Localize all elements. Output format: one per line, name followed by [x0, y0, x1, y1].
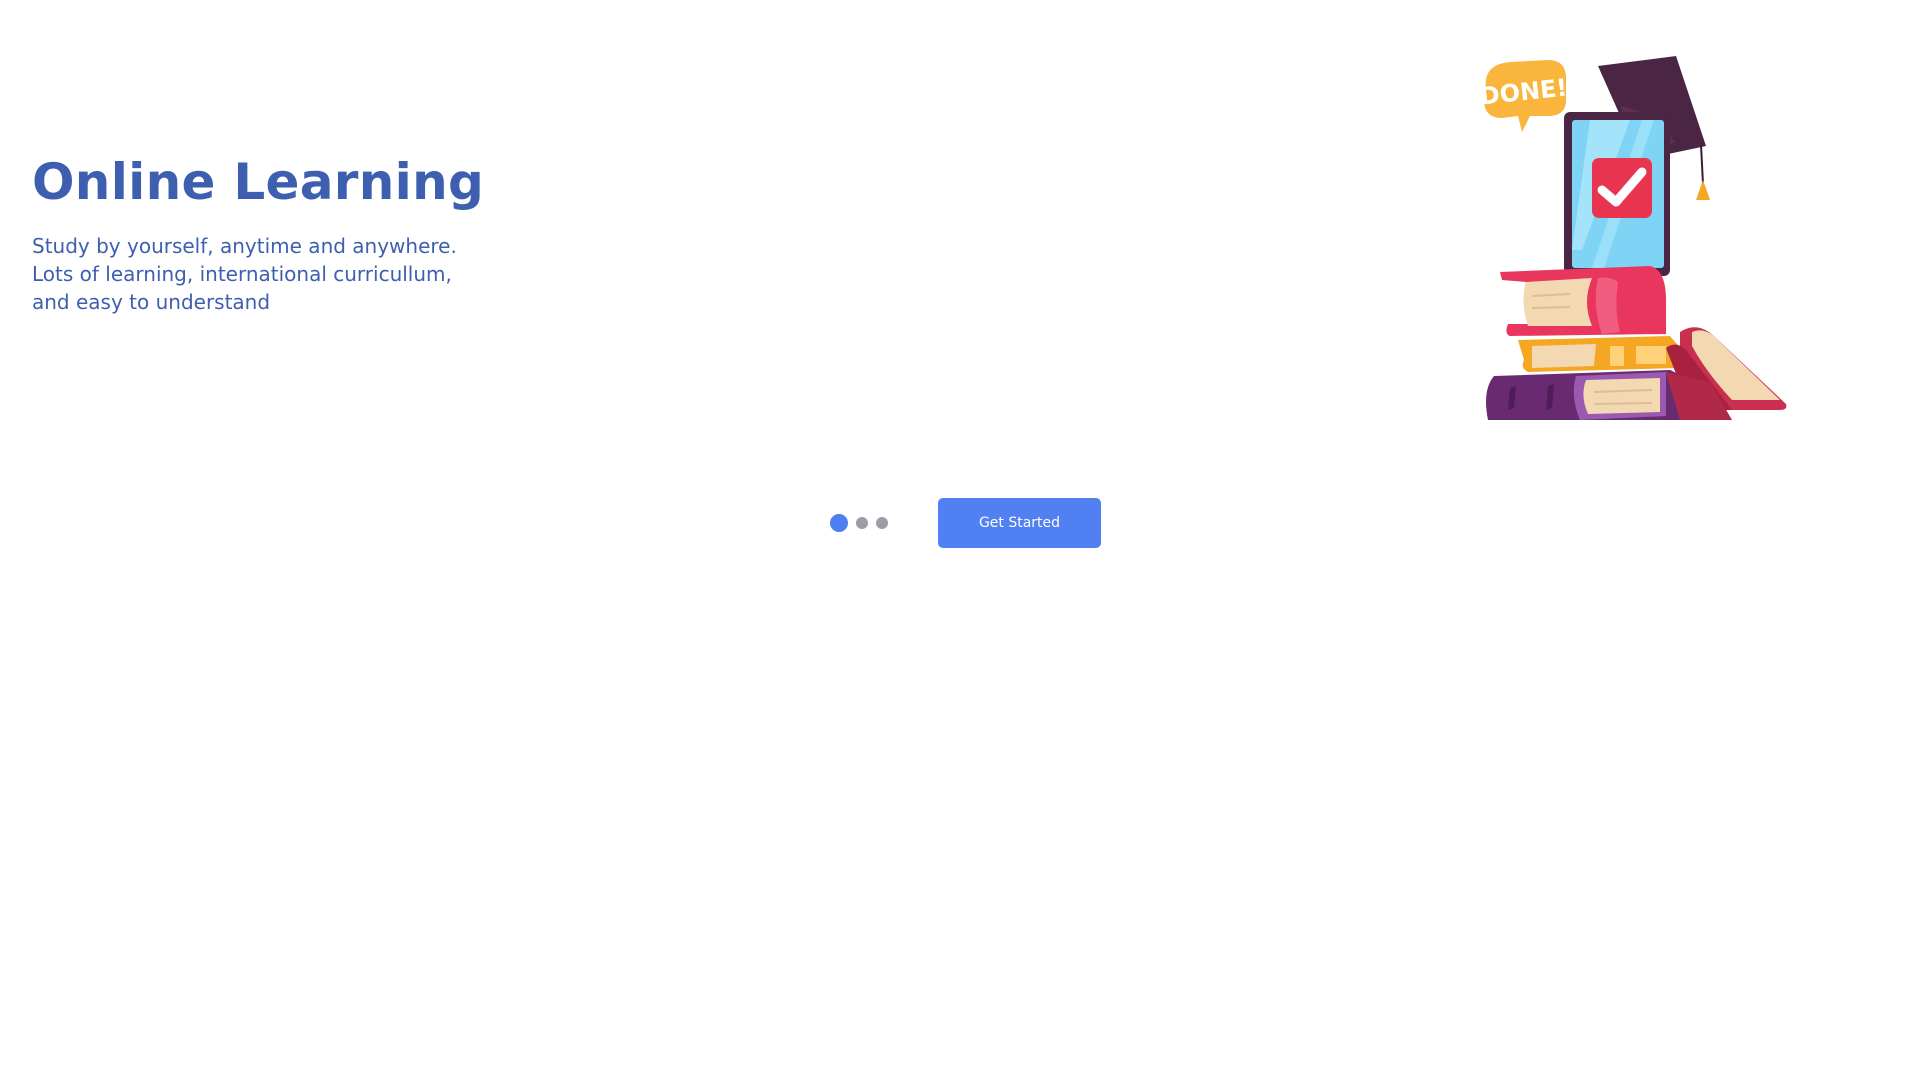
get-started-button[interactable]: Get Started	[938, 498, 1101, 548]
done-speech-bubble: DONE!	[1478, 60, 1569, 132]
onboarding-page: Online Learning Study by yourself, anyti…	[0, 0, 1920, 1080]
subtitle-line: and easy to understand	[32, 290, 271, 314]
onboarding-controls: Get Started	[830, 498, 1101, 548]
page-subtitle: Study by yourself, anytime and anywhere.…	[32, 232, 512, 316]
pagination-dots	[830, 514, 888, 532]
learning-illustration: DONE!	[1470, 50, 1830, 430]
pagination-dot-1[interactable]	[830, 514, 848, 532]
subtitle-line: Study by yourself, anytime and anywhere.	[32, 234, 457, 258]
pagination-dot-3[interactable]	[876, 517, 888, 529]
page-title: Online Learning	[32, 153, 485, 211]
pagination-dot-2[interactable]	[856, 517, 868, 529]
tablet-icon	[1564, 112, 1670, 276]
subtitle-line: Lots of learning, international curricul…	[32, 262, 452, 286]
books-stack-icon	[1486, 266, 1787, 420]
hero-text: Online Learning Study by yourself, anyti…	[32, 150, 592, 316]
books-tablet-illustration: DONE!	[1478, 56, 1787, 420]
